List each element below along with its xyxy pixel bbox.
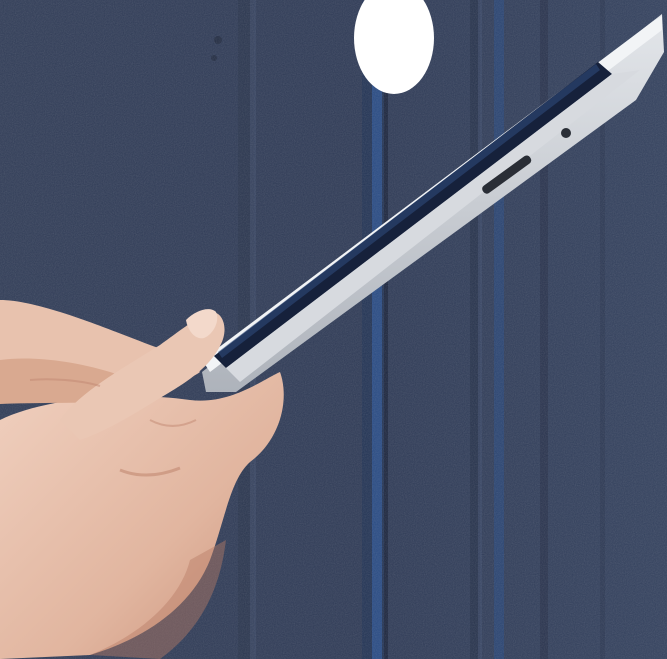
tablet-jack: [561, 128, 571, 138]
photo-scene: [0, 0, 667, 659]
photo-canvas: [0, 0, 667, 659]
